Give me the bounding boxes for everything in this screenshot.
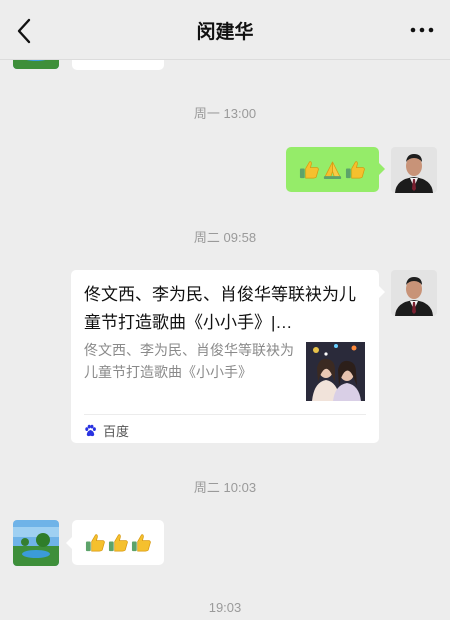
link-card-source-label: 百度 xyxy=(103,423,130,439)
sent-message-bubble[interactable] xyxy=(286,147,379,192)
chat-screen: 闵建华 周一 13:00 周二 09:58 佟文西、李为民、肖俊华等联袂为儿童节… xyxy=(0,0,450,620)
more-horizontal-icon xyxy=(410,27,434,33)
folded-hands-icon xyxy=(323,161,342,180)
thumbs-up-icon xyxy=(299,161,319,179)
bubble-tail xyxy=(379,286,385,298)
my-avatar[interactable] xyxy=(391,270,437,316)
more-button[interactable] xyxy=(410,22,434,38)
link-card-source: 百度 xyxy=(84,420,129,440)
timestamp: 周二 09:58 xyxy=(193,230,257,245)
thumbs-up-icon xyxy=(131,534,151,552)
thumbs-up-icon xyxy=(85,534,105,552)
baidu-paw-icon xyxy=(85,424,96,436)
received-message-bubble[interactable] xyxy=(72,520,164,565)
my-avatar[interactable] xyxy=(391,147,437,193)
contact-avatar[interactable] xyxy=(13,520,59,566)
reaction-emojis xyxy=(299,159,366,180)
link-card-title: 佟文西、李为民、肖俊华等联袂为儿童节打造歌曲《小小手》|… xyxy=(84,285,356,332)
reaction-emojis xyxy=(85,532,152,553)
bubble-tail xyxy=(379,163,385,175)
timestamp: 19:03 xyxy=(208,600,242,615)
timestamp: 周二 10:03 xyxy=(193,480,257,495)
link-card-description: 佟文西、李为民、肖俊华等联袂为儿童节打造歌曲《小小手》 xyxy=(84,342,294,380)
link-card-divider xyxy=(84,414,366,415)
thumbs-up-icon xyxy=(345,161,365,179)
chat-header: 闵建华 xyxy=(0,0,450,60)
chat-title: 闵建华 xyxy=(196,22,254,43)
timestamp: 周一 13:00 xyxy=(193,106,257,121)
thumbs-up-icon xyxy=(108,534,128,552)
link-card-thumbnail xyxy=(306,342,365,401)
